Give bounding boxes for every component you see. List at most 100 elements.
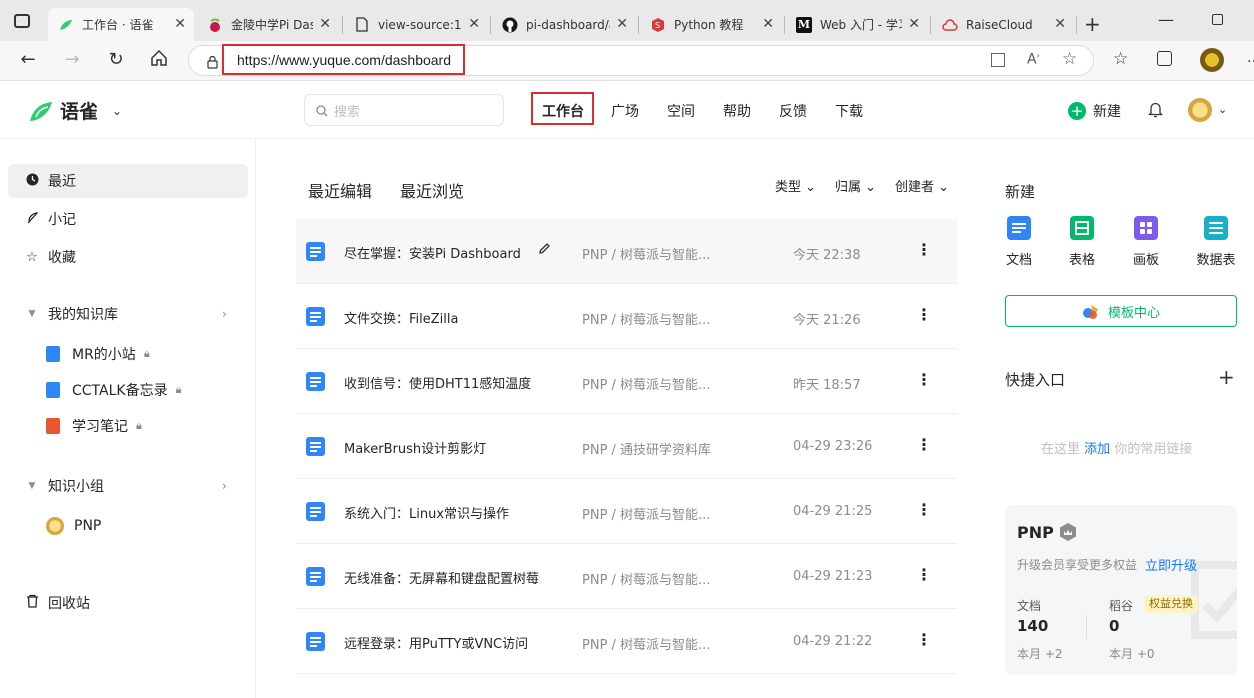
doc-path[interactable]: PNP / 树莓派与智能... xyxy=(582,309,710,328)
close-tab-icon[interactable]: ✕ xyxy=(616,16,628,32)
sidebar-kb-item[interactable]: CCTALK备忘录 🔒︎ xyxy=(46,375,181,405)
doc-row[interactable]: 无线准备：无屏幕和键盘配置树莓派 PNP / 树莓派与智能... 04-29 21:… xyxy=(296,544,957,609)
user-avatar[interactable] xyxy=(1188,98,1212,122)
nav-space[interactable]: 空间 xyxy=(667,101,695,121)
minimize-icon[interactable]: — xyxy=(1158,10,1174,29)
read-aloud-icon[interactable]: A› xyxy=(1027,51,1040,68)
doc-row[interactable]: MakerBrush设计剪影灯 PNP / 通技研学资料库 04-29 23:26 ⋮ xyxy=(296,414,957,479)
yuque-favicon-icon xyxy=(58,17,74,33)
nav-help[interactable]: 帮助 xyxy=(723,101,751,121)
sidebar-kb-item[interactable]: MR的小站 🔒︎ xyxy=(46,339,150,369)
doc-path[interactable]: PNP / 树莓派与智能... xyxy=(582,244,710,263)
doc-path[interactable]: PNP / 树莓派与智能... xyxy=(582,504,710,523)
nav-download[interactable]: 下载 xyxy=(835,101,863,121)
edit-icon[interactable] xyxy=(538,242,551,259)
add-quick-link-icon[interactable]: + xyxy=(1218,365,1235,389)
chevron-down-icon[interactable]: ⌄ xyxy=(1218,103,1227,116)
nav-explore[interactable]: 广场 xyxy=(611,101,639,121)
doc-path[interactable]: PNP / 树莓派与智能... xyxy=(582,634,710,653)
doc-path[interactable]: PNP / 树莓派与智能... xyxy=(582,374,710,393)
doc-row[interactable]: 系统入门：Linux常识与操作 PNP / 树莓派与智能... 04-29 21:2… xyxy=(296,479,957,544)
tab-recent-view[interactable]: 最近浏览 xyxy=(400,178,464,202)
forward-icon[interactable]: → xyxy=(61,49,83,71)
more-vertical-icon[interactable]: ⋮ xyxy=(916,369,932,391)
sidebar-group-item[interactable]: PNP xyxy=(46,511,101,541)
brand-logo[interactable]: 语雀 ⌄ xyxy=(28,97,122,124)
create-board[interactable]: 画板 xyxy=(1121,216,1171,268)
doc-row[interactable]: 尽在掌握：安装Pi Dashboard PNP / 树莓派与智能... 今天 22:… xyxy=(296,219,957,284)
tab-recent-edit[interactable]: 最近编辑 xyxy=(308,178,372,202)
sidebar-kb-item[interactable]: 学习笔记 🔒︎ xyxy=(46,411,142,441)
doc-icon xyxy=(306,632,325,651)
close-tab-icon[interactable]: ✕ xyxy=(908,16,920,32)
close-tab-icon[interactable]: ✕ xyxy=(468,16,480,32)
doc-title[interactable]: 系统入门：Linux常识与操作 xyxy=(344,503,540,522)
bell-icon[interactable] xyxy=(1147,101,1164,122)
create-sheet[interactable]: 表格 xyxy=(1057,216,1107,268)
new-button[interactable]: + 新建 xyxy=(1068,101,1121,121)
more-vertical-icon[interactable]: ⋮ xyxy=(916,434,932,456)
browser-tab-6[interactable]: M Web 入门 - 学习 Web ✕ xyxy=(786,8,928,41)
browser-tab-2[interactable]: 金陵中学Pi Dashboard ✕ xyxy=(197,8,339,41)
more-icon[interactable]: … xyxy=(1247,50,1254,66)
new-tab-icon[interactable]: + xyxy=(1084,12,1101,36)
more-vertical-icon[interactable]: ⋮ xyxy=(916,304,932,326)
filter-owner[interactable]: 归属 ⌄ xyxy=(835,176,876,195)
doc-row[interactable]: 收到信号：使用DHT11感知温度 PNP / 树莓派与智能... 昨天 18:57 ⋮ xyxy=(296,349,957,414)
sidebar-item-recent[interactable]: 最近 xyxy=(8,164,248,198)
sidebar-section-knowledge-base[interactable]: ▼ 我的知识库 xyxy=(8,297,248,331)
browser-tab-7[interactable]: RaiseCloud ✕ xyxy=(932,8,1074,41)
browser-tab-yuque[interactable]: 工作台 · 语雀 ✕ xyxy=(48,8,194,41)
more-vertical-icon[interactable]: ⋮ xyxy=(916,564,932,586)
favorites-icon[interactable]: ☆ xyxy=(1113,49,1128,69)
browser-tab-3[interactable]: view-source:192.168. ✕ xyxy=(344,8,488,41)
app-view-icon[interactable] xyxy=(991,53,1005,67)
chevron-right-icon[interactable]: › xyxy=(222,307,227,321)
add-favorite-icon[interactable]: ☆ xyxy=(1062,49,1077,69)
doc-title[interactable]: 尽在掌握：安装Pi Dashboard xyxy=(344,243,540,262)
add-link[interactable]: 添加 xyxy=(1084,442,1110,457)
more-vertical-icon[interactable]: ⋮ xyxy=(916,239,932,261)
create-datatable[interactable]: 数据表 xyxy=(1191,216,1241,268)
sidebar-section-groups[interactable]: ▼ 知识小组 xyxy=(8,469,248,503)
sidebar-item-trash[interactable]: 回收站 xyxy=(8,586,248,620)
doc-time: 04-29 21:22 xyxy=(793,634,873,649)
upgrade-link[interactable]: 立即升级 xyxy=(1145,555,1197,574)
create-doc[interactable]: 文档 xyxy=(994,216,1044,268)
doc-title[interactable]: 远程登录：用PuTTY或VNC访问 xyxy=(344,633,540,652)
sidebar-item-notes[interactable]: 小记 xyxy=(8,202,248,236)
doc-title[interactable]: 文件交换：FileZilla xyxy=(344,308,540,327)
doc-path[interactable]: PNP / 通技研学资料库 xyxy=(582,439,711,458)
refresh-icon[interactable]: ↻ xyxy=(105,49,127,71)
doc-path[interactable]: PNP / 树莓派与智能... xyxy=(582,569,710,588)
browser-tab-5[interactable]: S Python 教程 ✕ xyxy=(640,8,782,41)
home-icon[interactable] xyxy=(148,49,170,71)
back-icon[interactable]: ← xyxy=(17,49,39,71)
chevron-down-icon[interactable]: ⌄ xyxy=(112,104,122,118)
more-vertical-icon[interactable]: ⋮ xyxy=(916,499,932,521)
close-tab-icon[interactable]: ✕ xyxy=(762,16,774,32)
browser-tab-4[interactable]: pi-dashboard/assets ✕ xyxy=(492,8,636,41)
nav-feedback[interactable]: 反馈 xyxy=(779,101,807,121)
filter-creator[interactable]: 创建者 ⌄ xyxy=(895,176,949,195)
url-text[interactable]: https://www.yuque.com/dashboard xyxy=(237,52,451,68)
close-tab-icon[interactable]: ✕ xyxy=(174,16,186,32)
template-center-button[interactable]: 模板中心 xyxy=(1005,295,1237,327)
doc-row[interactable]: 文件交换：FileZilla PNP / 树莓派与智能... 今天 21:26 ⋮ xyxy=(296,284,957,349)
rewards-badge[interactable]: 权益兑换 xyxy=(1144,595,1198,613)
doc-title[interactable]: MakerBrush设计剪影灯 xyxy=(344,438,540,457)
collections-icon[interactable] xyxy=(1157,51,1172,66)
filter-type[interactable]: 类型 ⌄ xyxy=(775,176,816,195)
chevron-right-icon[interactable]: › xyxy=(222,479,227,493)
lock-icon[interactable] xyxy=(207,54,218,73)
sidebar-item-favorites[interactable]: ☆ 收藏 xyxy=(8,240,248,274)
more-vertical-icon[interactable]: ⋮ xyxy=(916,629,932,651)
close-tab-icon[interactable]: ✕ xyxy=(319,16,331,32)
profile-avatar[interactable] xyxy=(1200,48,1224,72)
doc-title[interactable]: 收到信号：使用DHT11感知温度 xyxy=(344,373,540,392)
maximize-icon[interactable] xyxy=(1212,14,1223,25)
doc-row[interactable]: 远程登录：用PuTTY或VNC访问 PNP / 树莓派与智能... 04-29 21… xyxy=(296,609,957,674)
tab-actions-icon[interactable] xyxy=(14,14,30,28)
close-tab-icon[interactable]: ✕ xyxy=(1054,16,1066,32)
doc-title[interactable]: 无线准备：无屏幕和键盘配置树莓派 xyxy=(344,568,540,587)
